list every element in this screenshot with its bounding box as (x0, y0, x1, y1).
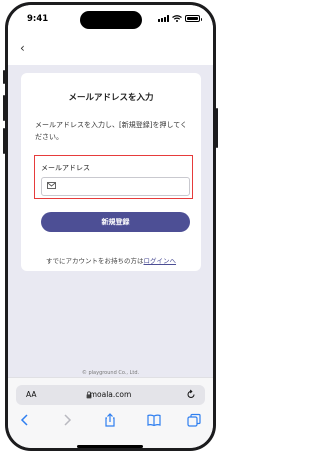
phone-screen: 9:41 ‹ メールアドレスを入力 メールアドレスを入力し、[新規登録]を押して… (8, 5, 213, 448)
dynamic-island (80, 11, 142, 29)
login-note: すでにアカウントをお持ちの方はログインへ (21, 255, 201, 265)
back-icon[interactable] (17, 413, 33, 427)
browser-bar: AA moala.com (8, 377, 213, 448)
email-input[interactable] (41, 177, 190, 196)
status-time: 9:41 (27, 14, 49, 24)
phone-frame: 9:41 ‹ メールアドレスを入力 メールアドレスを入力し、[新規登録]を押して… (5, 2, 216, 451)
url-text: moala.com (89, 390, 132, 399)
card-description: メールアドレスを入力し、[新規登録]を押してください。 (35, 121, 188, 141)
tabs-icon[interactable] (186, 413, 202, 427)
card-title: メールアドレスを入力 (68, 93, 154, 103)
registration-card: メールアドレスを入力 メールアドレスを入力し、[新規登録]を押してください。 メ… (21, 73, 201, 271)
forward-icon[interactable] (59, 413, 75, 427)
copyright: © playground Co., Ltd. (81, 370, 140, 376)
email-label: メールアドレス (41, 164, 90, 172)
reload-icon[interactable] (186, 389, 196, 400)
register-button[interactable]: 新規登録 (41, 212, 190, 232)
share-icon[interactable] (102, 413, 118, 427)
status-icons (158, 15, 202, 22)
power-button (216, 108, 218, 148)
battery-icon (185, 15, 202, 22)
mail-icon (47, 182, 56, 189)
bookmarks-icon[interactable] (146, 413, 162, 427)
home-indicator (77, 445, 143, 448)
browser-toolbar (8, 411, 213, 431)
back-chevron-icon[interactable]: ‹ (20, 41, 25, 55)
page-header: ‹ (8, 35, 213, 65)
signal-icon (158, 15, 169, 22)
address-bar[interactable]: AA moala.com (16, 385, 205, 405)
wifi-icon (172, 15, 182, 22)
status-bar: 9:41 (8, 5, 213, 35)
login-link[interactable]: ログインへ (144, 257, 177, 265)
login-prefix: すでにアカウントをお持ちの方は (45, 257, 144, 265)
